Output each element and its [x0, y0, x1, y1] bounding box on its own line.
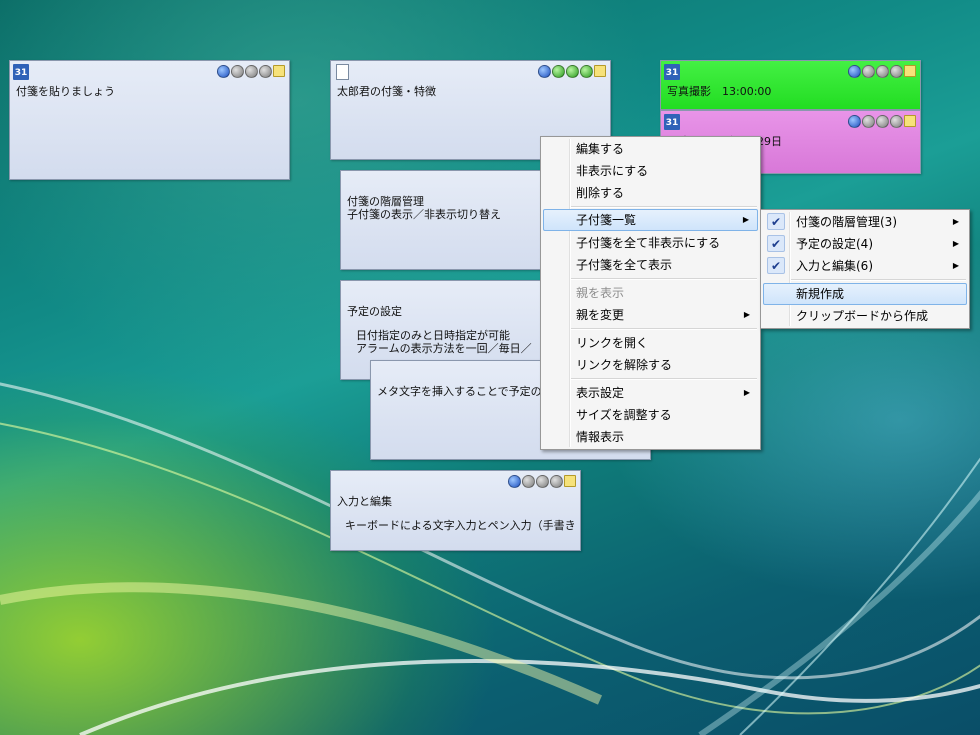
- submenu-arrow-icon: ▶: [952, 217, 959, 226]
- forward-icon[interactable]: [259, 65, 272, 78]
- info-icon[interactable]: [508, 475, 521, 488]
- note-line: アラームの表示方法を一回／毎日／: [356, 342, 532, 355]
- calendar-icon: 31: [13, 64, 29, 80]
- child-list-submenu: ✔ 付箋の階層管理(3) ▶ ✔ 予定の設定(4) ▶ ✔ 入力と編集(6) ▶…: [760, 209, 970, 329]
- info-icon[interactable]: [848, 65, 861, 78]
- context-menu: 編集する 非表示にする 削除する 子付箋一覧 ▶ 子付箋を全て非表示にする 子付…: [540, 136, 761, 450]
- note-title: 予定の設定: [347, 305, 402, 318]
- forward-icon[interactable]: [890, 115, 903, 128]
- submenu-arrow-icon: ▶: [743, 388, 750, 397]
- back-icon[interactable]: [552, 65, 565, 78]
- back-icon[interactable]: [862, 115, 875, 128]
- info-icon[interactable]: [538, 65, 551, 78]
- submenu-item-input-edit[interactable]: ✔ 入力と編集(6) ▶: [763, 255, 967, 277]
- menu-item-remove-link[interactable]: リンクを解除する: [543, 354, 758, 376]
- menu-item-label: 表示設定: [576, 386, 625, 400]
- submenu-item-new[interactable]: 新規作成: [763, 283, 967, 305]
- submenu-item-schedule[interactable]: ✔ 予定の設定(4) ▶: [763, 233, 967, 255]
- calendar-icon: 31: [664, 114, 680, 130]
- circle-icon[interactable]: [566, 65, 579, 78]
- circle-icon[interactable]: [245, 65, 258, 78]
- submenu-item-from-clipboard[interactable]: クリップボードから作成: [763, 305, 967, 327]
- menu-item-display-settings[interactable]: 表示設定 ▶: [543, 382, 758, 404]
- circle-icon[interactable]: [876, 115, 889, 128]
- menu-item-hide[interactable]: 非表示にする: [543, 160, 758, 182]
- info-icon[interactable]: [848, 115, 861, 128]
- menu-item-info[interactable]: 情報表示: [543, 426, 758, 448]
- submenu-arrow-icon: ▶: [952, 261, 959, 270]
- note-icon[interactable]: [594, 65, 606, 77]
- menu-item-label: 親を変更: [576, 308, 625, 322]
- note-line: メタ文字を挿入することで予定の: [377, 385, 542, 398]
- menu-item-adjust-size[interactable]: サイズを調整する: [543, 404, 758, 426]
- note-controls: [848, 115, 916, 128]
- note-controls: [508, 475, 576, 488]
- submenu-arrow-icon: ▶: [952, 239, 959, 248]
- check-icon: ✔: [767, 257, 785, 274]
- note-title: 写真撮影 13:00:00: [667, 85, 772, 98]
- menu-item-edit[interactable]: 編集する: [543, 138, 758, 160]
- menu-item-show-parent: 親を表示: [576, 286, 625, 300]
- back-icon[interactable]: [862, 65, 875, 78]
- note-title: 太郎君の付箋・特徴: [337, 85, 436, 98]
- check-icon: ✔: [767, 235, 785, 252]
- note-line: キーボードによる文字入力とペン入力（手書き: [345, 519, 576, 532]
- calendar-icon: 31: [664, 64, 680, 80]
- back-icon[interactable]: [522, 475, 535, 488]
- menu-item-delete[interactable]: 削除する: [543, 182, 758, 204]
- menu-item-label: 子付箋一覧: [576, 213, 637, 227]
- menu-item-change-parent[interactable]: 親を変更 ▶: [543, 304, 758, 326]
- info-icon[interactable]: [217, 65, 230, 78]
- sticky-note-1[interactable]: 31 付箋を貼りましょう: [9, 60, 290, 180]
- menu-item-label: 付箋の階層管理(3): [796, 215, 897, 229]
- note-icon[interactable]: [564, 475, 576, 487]
- circle-icon[interactable]: [536, 475, 549, 488]
- submenu-arrow-icon: ▶: [742, 215, 749, 224]
- menu-item-open-link[interactable]: リンクを開く: [543, 332, 758, 354]
- sticky-note-3[interactable]: 31 写真撮影 13:00:00: [660, 60, 921, 110]
- forward-icon[interactable]: [550, 475, 563, 488]
- note-icon[interactable]: [904, 115, 916, 127]
- menu-item-show-all-children[interactable]: 子付箋を全て表示: [543, 254, 758, 276]
- forward-icon[interactable]: [890, 65, 903, 78]
- menu-item-child-list[interactable]: 子付箋一覧 ▶: [543, 209, 758, 231]
- menu-item-label: 入力と編集(6): [796, 259, 873, 273]
- submenu-item-hierarchy[interactable]: ✔ 付箋の階層管理(3) ▶: [763, 211, 967, 233]
- submenu-arrow-icon: ▶: [743, 310, 750, 319]
- note-line: 子付箋の表示／非表示切り替え: [347, 208, 501, 221]
- check-icon: ✔: [767, 213, 785, 230]
- note-title: 付箋を貼りましょう: [16, 85, 115, 98]
- document-icon: [336, 64, 349, 80]
- note-icon[interactable]: [904, 65, 916, 77]
- circle-icon[interactable]: [876, 65, 889, 78]
- note-controls: [538, 65, 606, 78]
- menu-item-hide-all-children[interactable]: 子付箋を全て非表示にする: [543, 232, 758, 254]
- note-title: 入力と編集: [337, 495, 392, 508]
- sticky-note-8[interactable]: 入力と編集 キーボードによる文字入力とペン入力（手書き: [330, 470, 581, 551]
- back-icon[interactable]: [231, 65, 244, 78]
- note-controls: [217, 65, 285, 78]
- forward-icon[interactable]: [580, 65, 593, 78]
- note-controls: [848, 65, 916, 78]
- note-icon[interactable]: [273, 65, 285, 77]
- menu-item-label: 予定の設定(4): [796, 237, 873, 251]
